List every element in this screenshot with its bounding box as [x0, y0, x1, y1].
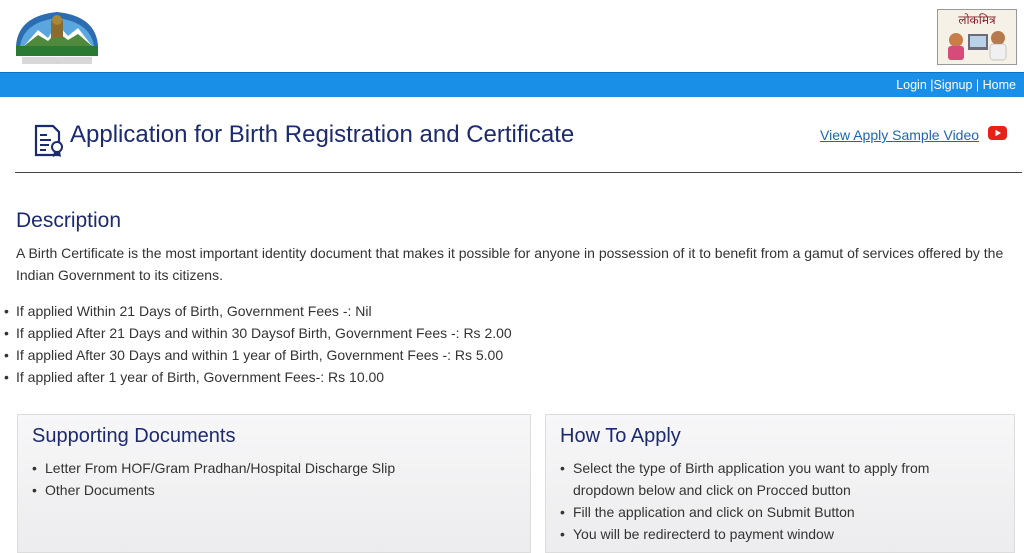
list-item: Select the type of Birth application you…	[560, 457, 973, 501]
document-certificate-icon	[33, 124, 65, 158]
home-link[interactable]: Home	[983, 78, 1016, 92]
supporting-documents-panel: Supporting Documents Letter From HOF/Gra…	[17, 414, 531, 553]
login-link[interactable]: Login	[896, 78, 927, 92]
description-text: A Birth Certificate is the most importan…	[16, 245, 1004, 283]
list-item: You will be redirecterd to payment windo…	[560, 523, 973, 545]
nav-separator: |	[972, 78, 983, 92]
fees-list: If applied Within 21 Days of Birth, Gove…	[4, 300, 512, 388]
how-to-apply-list: Select the type of Birth application you…	[560, 457, 973, 545]
supporting-documents-list: Letter From HOF/Gram Pradhan/Hospital Di…	[32, 457, 395, 501]
fee-item: If applied After 30 Days and within 1 ye…	[4, 344, 512, 366]
list-item: Other Documents	[32, 479, 395, 501]
lok-mitra-logo[interactable]: लोकमित्र	[937, 9, 1017, 65]
title-divider	[15, 172, 1022, 173]
list-item: Letter From HOF/Gram Pradhan/Hospital Di…	[32, 457, 395, 479]
signup-link[interactable]: Signup	[934, 78, 973, 92]
view-sample-video-link[interactable]: View Apply Sample Video	[820, 127, 979, 143]
lok-mitra-logo-text: लोकमित्र	[958, 13, 996, 27]
nav-links: Login |Signup | Home	[896, 78, 1016, 92]
top-navbar: Login |Signup | Home	[0, 72, 1024, 97]
page-title-row: Application for Birth Registration and C…	[0, 97, 1024, 174]
how-to-apply-panel: How To Apply Select the type of Birth ap…	[545, 414, 1015, 553]
supporting-documents-heading: Supporting Documents	[32, 425, 236, 447]
emblem-logo[interactable]: .	[14, 8, 100, 66]
nav-separator: |	[926, 78, 934, 92]
description-heading: Description	[16, 209, 122, 232]
site-header: . लोकमित्र	[0, 0, 1024, 72]
how-to-apply-heading: How To Apply	[560, 425, 681, 447]
fee-item: If applied after 1 year of Birth, Govern…	[4, 366, 512, 388]
list-item: Fill the application and click on Submit…	[560, 501, 973, 523]
page-title: Application for Birth Registration and C…	[70, 121, 575, 148]
fee-item: If applied After 21 Days and within 30 D…	[4, 322, 512, 344]
fee-item: If applied Within 21 Days of Birth, Gove…	[4, 300, 512, 322]
youtube-icon[interactable]	[988, 126, 1007, 140]
svg-text:.: .	[56, 59, 57, 64]
